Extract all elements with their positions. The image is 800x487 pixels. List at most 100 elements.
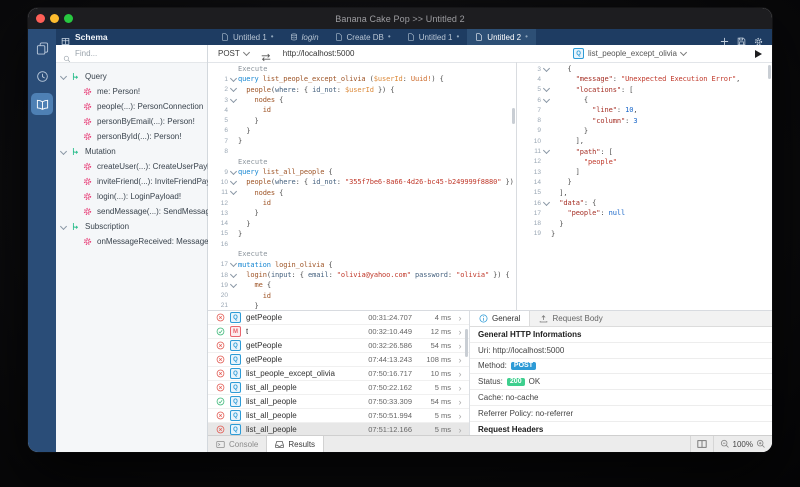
code-line[interactable]: 12 id: [208, 198, 516, 208]
tab-general[interactable]: General: [470, 311, 530, 326]
schema-tree-field[interactable]: inviteFriend(...): InviteFriendPayload!: [56, 174, 207, 189]
rail-item-schema-reference[interactable]: [31, 93, 53, 115]
gear-icon[interactable]: [754, 33, 763, 42]
code-line[interactable]: 6 }: [208, 126, 516, 136]
tab-request-body[interactable]: Request Body: [530, 311, 611, 326]
play-icon[interactable]: [755, 50, 762, 58]
plus-icon[interactable]: [720, 33, 729, 42]
code-line[interactable]: 3 nodes {: [208, 95, 516, 105]
code-line[interactable]: 10 ],: [517, 136, 772, 146]
code-line[interactable]: 16: [208, 239, 516, 249]
code-line[interactable]: 9 }: [517, 126, 772, 136]
code-line[interactable]: 20 id: [208, 291, 516, 301]
fold-chevron-icon[interactable]: [541, 202, 551, 205]
code-line[interactable]: 13 ]: [517, 167, 772, 177]
schema-tree-field[interactable]: createUser(...): CreateUserPayload!: [56, 159, 207, 174]
history-scrollbar[interactable]: [465, 329, 468, 357]
code-line[interactable]: 9query list_all_people {: [208, 167, 516, 177]
rail-item-history[interactable]: [31, 65, 53, 87]
code-line[interactable]: 4 id: [208, 105, 516, 115]
history-row[interactable]: Qlist_all_people07:50:22.1625 ms›: [208, 381, 469, 395]
code-line[interactable]: 18 login(input: { email: "olivia@yahoo.c…: [208, 270, 516, 280]
fold-chevron-icon[interactable]: [228, 171, 238, 174]
code-line[interactable]: 10 people(where: { id_not: "355f7be6-8a6…: [208, 177, 516, 187]
fold-chevron-icon[interactable]: [541, 88, 551, 91]
history-row[interactable]: Qlist_people_except_olivia07:50:16.71710…: [208, 367, 469, 381]
swap-arrows-icon[interactable]: [260, 49, 272, 58]
refresh-icon[interactable]: [735, 48, 746, 59]
schema-find-box[interactable]: Find...: [56, 45, 207, 63]
editor-tab[interactable]: Untitled 2•: [467, 29, 536, 45]
code-line[interactable]: 21 }: [208, 301, 516, 310]
response-scrollbar[interactable]: [768, 65, 771, 79]
lens-line[interactable]: Execute: [208, 249, 516, 259]
code-line[interactable]: 19}: [517, 229, 772, 239]
schema-tree-field[interactable]: login(...): LoginPayload!: [56, 189, 207, 204]
editor-scrollbar[interactable]: [512, 108, 515, 124]
schema-tree-group[interactable]: Subscription: [56, 219, 207, 234]
code-line[interactable]: 17mutation login_olivia {: [208, 260, 516, 270]
code-line[interactable]: 2 people(where: { id_not: $userId }) {: [208, 85, 516, 95]
query-editor[interactable]: Execute1query list_people_except_olivia …: [208, 62, 517, 310]
fold-chevron-icon[interactable]: [228, 88, 238, 91]
code-line[interactable]: 11 nodes {: [208, 188, 516, 198]
schema-tree-field[interactable]: me: Person!: [56, 84, 207, 99]
execute-lens[interactable]: Execute: [238, 65, 268, 73]
code-line[interactable]: 14 }: [208, 218, 516, 228]
code-line[interactable]: 8: [208, 146, 516, 156]
schema-tree-field[interactable]: sendMessage(...): SendMessagePayload!: [56, 204, 207, 219]
http-method-dropdown[interactable]: POST: [218, 49, 249, 58]
code-line[interactable]: 3 {: [517, 64, 772, 74]
history-row[interactable]: Qlist_all_people07:50:51.9945 ms›: [208, 409, 469, 423]
rail-item-documents[interactable]: [31, 37, 53, 59]
editor-tab[interactable]: Untitled 1•: [213, 29, 282, 45]
operation-picker[interactable]: Q list_people_except_olivia: [573, 48, 686, 59]
code-line[interactable]: 14 }: [517, 177, 772, 187]
history-row[interactable]: QgetPeople00:32:26.58654 ms›: [208, 339, 469, 353]
code-line[interactable]: 4 "message": "Unexpected Execution Error…: [517, 74, 772, 84]
fold-chevron-icon[interactable]: [228, 263, 238, 266]
schema-tree-group[interactable]: Query: [56, 69, 207, 84]
code-line[interactable]: 15 ],: [517, 188, 772, 198]
schema-tree-field[interactable]: personById(...): Person!: [56, 129, 207, 144]
fold-chevron-icon[interactable]: [228, 191, 238, 194]
code-line[interactable]: 18 }: [517, 218, 772, 228]
endpoint-url[interactable]: http://localhost:5000: [283, 49, 355, 58]
zoom-out-icon[interactable]: [720, 439, 730, 449]
code-line[interactable]: 13 }: [208, 208, 516, 218]
schema-tree-field[interactable]: personByEmail(...): Person!: [56, 114, 207, 129]
code-line[interactable]: 16 "data": {: [517, 198, 772, 208]
tab-results[interactable]: Results: [266, 436, 324, 452]
history-row[interactable]: QgetPeople00:31:24.7074 ms›: [208, 311, 469, 325]
code-line[interactable]: 12 "people": [517, 157, 772, 167]
tab-console[interactable]: Console: [208, 436, 266, 452]
code-line[interactable]: 7 "line": 10,: [517, 105, 772, 115]
history-row[interactable]: Qlist_all_people07:50:33.30954 ms›: [208, 395, 469, 409]
code-line[interactable]: 5 "locations": [: [517, 85, 772, 95]
save-icon[interactable]: [737, 33, 746, 42]
fold-chevron-icon[interactable]: [541, 150, 551, 153]
code-line[interactable]: 1query list_people_except_olivia ($userI…: [208, 74, 516, 84]
code-line[interactable]: 8 "column": 3: [517, 115, 772, 125]
execute-lens[interactable]: Execute: [238, 158, 268, 166]
fold-chevron-icon[interactable]: [541, 68, 551, 71]
sliders-icon[interactable]: [695, 48, 706, 59]
fold-chevron-icon[interactable]: [228, 181, 238, 184]
history-row[interactable]: Mt00:32:10.44912 ms›: [208, 325, 469, 339]
lens-line[interactable]: Execute: [208, 157, 516, 167]
code-line[interactable]: 5 }: [208, 115, 516, 125]
editor-tab[interactable]: login: [282, 29, 327, 45]
fold-chevron-icon[interactable]: [228, 78, 238, 81]
execute-lens[interactable]: Execute: [238, 250, 268, 258]
editor-tab[interactable]: Create DB•: [327, 29, 399, 45]
code-line[interactable]: 7}: [208, 136, 516, 146]
fold-chevron-icon[interactable]: [541, 99, 551, 102]
zoom-in-icon[interactable]: [756, 439, 766, 449]
code-line[interactable]: 6 {: [517, 95, 772, 105]
eye-icon[interactable]: [715, 48, 726, 59]
code-line[interactable]: 19 me {: [208, 280, 516, 290]
response-viewer[interactable]: 3 {4 "message": "Unexpected Execution Er…: [517, 62, 772, 310]
fold-chevron-icon[interactable]: [228, 274, 238, 277]
panel-layout-button[interactable]: [690, 436, 713, 452]
schema-tree-field[interactable]: people(...): PersonConnection: [56, 99, 207, 114]
